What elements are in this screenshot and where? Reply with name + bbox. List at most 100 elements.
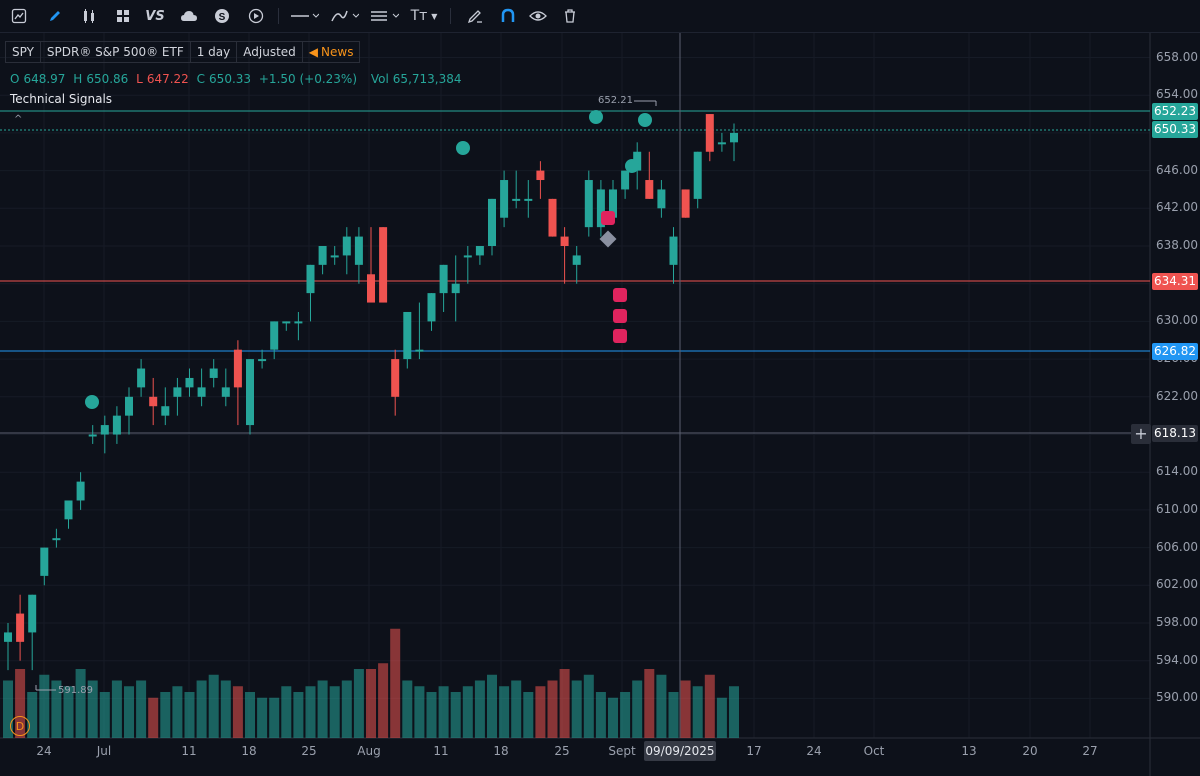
candle-body bbox=[76, 481, 85, 501]
price-chart[interactable] bbox=[0, 33, 1200, 776]
toolbar-divider bbox=[278, 8, 279, 24]
date-axis-label: 27 bbox=[1082, 744, 1098, 758]
volume-bar bbox=[245, 692, 255, 738]
volume-bar bbox=[27, 692, 38, 738]
trash-icon[interactable] bbox=[559, 4, 581, 28]
symbol-legend: SPY SPDR® S&P 500® ETF 1 day Adjusted ◀ N… bbox=[5, 41, 361, 63]
brush-icon[interactable] bbox=[464, 4, 486, 28]
candle-body bbox=[657, 189, 666, 209]
price-badge: 634.31 bbox=[1152, 273, 1198, 290]
top-toolbar: VS S Tт ▼ bbox=[0, 0, 1200, 33]
volume-bar bbox=[39, 674, 50, 738]
candles-icon[interactable] bbox=[78, 4, 100, 28]
candle-body bbox=[488, 198, 496, 246]
news-button[interactable]: ◀ News bbox=[301, 41, 361, 63]
candle-body bbox=[258, 359, 267, 362]
volume-bar bbox=[462, 686, 473, 738]
magnet-icon[interactable] bbox=[497, 4, 519, 28]
candle-body bbox=[221, 387, 230, 397]
high-marker-label: 652.21 bbox=[598, 95, 633, 106]
candle-body bbox=[536, 170, 545, 181]
candle-body bbox=[246, 359, 254, 426]
candle-body bbox=[560, 236, 569, 246]
date-axis-label: 11 bbox=[181, 744, 197, 758]
vs-icon[interactable]: VS bbox=[142, 4, 168, 28]
volume-bar bbox=[680, 680, 691, 738]
line-tool-icon[interactable] bbox=[288, 4, 320, 28]
date-axis-label: Sept bbox=[608, 744, 636, 758]
candle-body bbox=[391, 359, 400, 397]
candle-body bbox=[621, 170, 630, 190]
candle-body bbox=[584, 180, 593, 228]
candle-body bbox=[233, 349, 242, 388]
date-axis-label: 18 bbox=[493, 744, 509, 758]
candle-body bbox=[475, 246, 484, 256]
price-axis-label: 610.00 bbox=[1156, 501, 1198, 516]
volume-bar bbox=[668, 692, 679, 738]
open-label: O bbox=[10, 72, 20, 86]
candle-body bbox=[306, 264, 315, 294]
candle-body bbox=[282, 321, 291, 324]
volume-bar bbox=[595, 692, 606, 738]
volume-bar bbox=[75, 669, 86, 738]
sell-signal-square bbox=[613, 288, 627, 302]
open-value: 648.97 bbox=[23, 72, 66, 86]
date-axis-label: Jul bbox=[96, 744, 112, 758]
buy-signal-dot bbox=[85, 395, 99, 409]
cloud-icon[interactable] bbox=[178, 4, 200, 28]
volume-bar bbox=[329, 686, 340, 738]
symbol-name[interactable]: SPDR® S&P 500® ETF bbox=[39, 41, 190, 63]
chart-icon[interactable] bbox=[8, 4, 30, 28]
curve-tool-icon[interactable] bbox=[328, 4, 360, 28]
price-badge: 626.82 bbox=[1152, 343, 1198, 360]
volume-bar bbox=[571, 680, 582, 738]
volume-bar bbox=[111, 680, 122, 738]
price-axis-label: 598.00 bbox=[1156, 615, 1198, 629]
interval-label[interactable]: 1 day bbox=[189, 41, 237, 63]
text-tool-icon[interactable]: Tт ▼ bbox=[408, 4, 440, 28]
candle-body bbox=[125, 396, 133, 416]
sell-signal-square bbox=[613, 329, 627, 343]
date-axis-label: Oct bbox=[863, 744, 885, 758]
volume-bar bbox=[438, 686, 449, 738]
candle-body bbox=[342, 236, 351, 256]
indicator-name[interactable]: Technical Signals bbox=[10, 92, 112, 106]
candle-body bbox=[4, 632, 12, 642]
price-axis-label: 630.00 bbox=[1156, 313, 1198, 328]
candle-body bbox=[451, 283, 460, 294]
pencil-icon[interactable] bbox=[44, 4, 66, 28]
price-axis-label: 590.00 bbox=[1156, 690, 1198, 705]
change-value: +1.50 (+0.23%) bbox=[258, 72, 358, 86]
volume-bar bbox=[172, 686, 183, 738]
close-label: C bbox=[196, 72, 206, 86]
symbol-ticker[interactable]: SPY bbox=[5, 41, 40, 63]
date-axis-label: 25 bbox=[301, 744, 317, 758]
adjust-label[interactable]: Adjusted bbox=[236, 41, 302, 63]
low-marker-label: 591.89 bbox=[58, 685, 93, 696]
volume-bar bbox=[390, 628, 401, 738]
candle-body bbox=[512, 198, 521, 201]
dividend-badge[interactable]: D bbox=[10, 716, 30, 736]
volume-bar bbox=[523, 692, 534, 738]
fib-tool-icon[interactable] bbox=[368, 4, 400, 28]
dollar-icon[interactable]: S bbox=[211, 4, 233, 28]
replay-icon[interactable] bbox=[245, 4, 267, 28]
buy-signal-dot bbox=[625, 159, 639, 173]
news-label: News bbox=[321, 45, 354, 59]
volume-bar bbox=[281, 686, 292, 738]
eye-icon[interactable] bbox=[527, 4, 549, 28]
add-alert-button[interactable]: + bbox=[1131, 424, 1151, 444]
candle-body bbox=[185, 377, 194, 388]
crosshair-date-badge: 09/09/2025 bbox=[644, 741, 716, 761]
volume-label: Vol bbox=[370, 72, 389, 86]
grid-icon[interactable] bbox=[112, 4, 134, 28]
candle-body bbox=[524, 198, 533, 201]
candle-body bbox=[270, 321, 279, 350]
candle-body bbox=[379, 227, 388, 303]
candle-body bbox=[64, 500, 73, 520]
collapse-toggle[interactable]: ^ bbox=[14, 114, 22, 125]
volume-value: 65,713,384 bbox=[392, 72, 462, 86]
price-badge: 650.33 bbox=[1152, 121, 1198, 138]
date-axis-label: 17 bbox=[746, 744, 762, 758]
volume-bar bbox=[426, 692, 437, 738]
